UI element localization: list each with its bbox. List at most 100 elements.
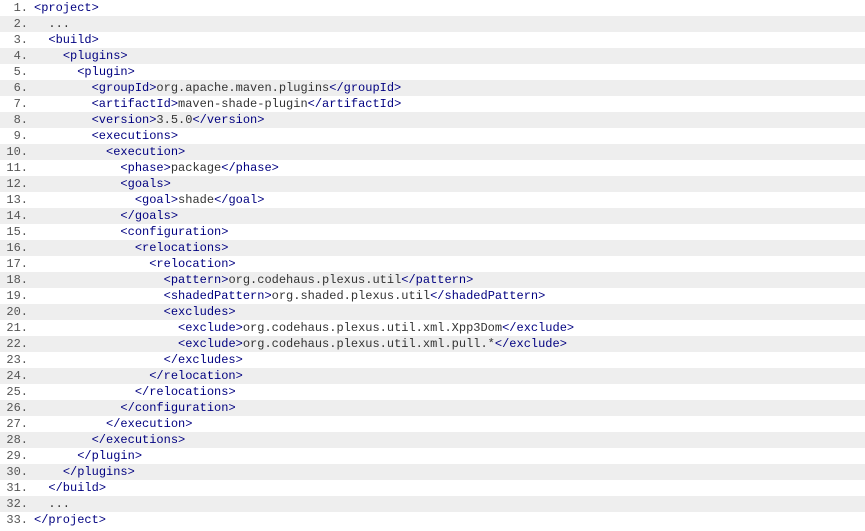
- xml-tag: </configuration>: [120, 401, 235, 415]
- xml-tag: </executions>: [92, 433, 186, 447]
- code-line: 29. </plugin>: [0, 448, 865, 464]
- xml-text: [34, 401, 120, 415]
- code-content: <project>: [34, 0, 865, 16]
- xml-text: [34, 433, 92, 447]
- code-content: <artifactId>maven-shade-plugin</artifact…: [34, 96, 865, 112]
- line-number: 28.: [0, 432, 34, 448]
- xml-text: [34, 177, 120, 191]
- xml-text: maven-shade-plugin: [178, 97, 308, 111]
- xml-tag: <goals>: [120, 177, 170, 191]
- xml-text: [34, 289, 164, 303]
- xml-text: [34, 113, 92, 127]
- code-line: 4. <plugins>: [0, 48, 865, 64]
- code-line: 6. <groupId>org.apache.maven.plugins</gr…: [0, 80, 865, 96]
- xml-tag: </build>: [48, 481, 106, 495]
- xml-tag: </exclude>: [502, 321, 574, 335]
- line-number: 7.: [0, 96, 34, 112]
- code-content: </project>: [34, 512, 865, 528]
- xml-text: [34, 49, 63, 63]
- code-content: <exclude>org.codehaus.plexus.util.xml.Xp…: [34, 320, 865, 336]
- code-content: ...: [34, 496, 865, 512]
- xml-text: org.shaded.plexus.util: [272, 289, 430, 303]
- code-content: <execution>: [34, 144, 865, 160]
- code-line: 9. <executions>: [0, 128, 865, 144]
- code-content: <goal>shade</goal>: [34, 192, 865, 208]
- line-number: 18.: [0, 272, 34, 288]
- xml-text: [34, 353, 164, 367]
- xml-text: package: [171, 161, 221, 175]
- line-number: 6.: [0, 80, 34, 96]
- xml-text: [34, 417, 106, 431]
- line-number: 13.: [0, 192, 34, 208]
- xml-text: 3.5.0: [156, 113, 192, 127]
- xml-text: [34, 209, 120, 223]
- code-line: 13. <goal>shade</goal>: [0, 192, 865, 208]
- xml-text: [34, 241, 135, 255]
- code-line: 17. <relocation>: [0, 256, 865, 272]
- code-content: <version>3.5.0</version>: [34, 112, 865, 128]
- code-content: <phase>package</phase>: [34, 160, 865, 176]
- line-number: 9.: [0, 128, 34, 144]
- code-line: 12. <goals>: [0, 176, 865, 192]
- code-content: </relocation>: [34, 368, 865, 384]
- xml-text: [34, 193, 135, 207]
- line-number: 27.: [0, 416, 34, 432]
- xml-tag: </execution>: [106, 417, 192, 431]
- xml-tag: <exclude>: [178, 337, 243, 351]
- code-line: 2. ...: [0, 16, 865, 32]
- code-line: 10. <execution>: [0, 144, 865, 160]
- line-number: 5.: [0, 64, 34, 80]
- line-number: 15.: [0, 224, 34, 240]
- code-content: <executions>: [34, 128, 865, 144]
- code-line: 18. <pattern>org.codehaus.plexus.util</p…: [0, 272, 865, 288]
- code-line: 5. <plugin>: [0, 64, 865, 80]
- xml-text: org.codehaus.plexus.util.xml.pull.*: [243, 337, 495, 351]
- xml-text: shade: [178, 193, 214, 207]
- code-content: </configuration>: [34, 400, 865, 416]
- code-content: </excludes>: [34, 352, 865, 368]
- code-line: 22. <exclude>org.codehaus.plexus.util.xm…: [0, 336, 865, 352]
- line-number: 12.: [0, 176, 34, 192]
- line-number: 25.: [0, 384, 34, 400]
- xml-tag: <artifactId>: [92, 97, 178, 111]
- xml-tag: </plugin>: [77, 449, 142, 463]
- xml-text: [34, 145, 106, 159]
- code-content: <excludes>: [34, 304, 865, 320]
- xml-text: [34, 33, 48, 47]
- xml-tag: <excludes>: [164, 305, 236, 319]
- line-number: 30.: [0, 464, 34, 480]
- code-block: 1.<project>2. ...3. <build>4. <plugins>5…: [0, 0, 865, 528]
- code-content: </plugins>: [34, 464, 865, 480]
- xml-tag: </goals>: [120, 209, 178, 223]
- xml-tag: </relocations>: [135, 385, 236, 399]
- xml-text: [34, 449, 77, 463]
- line-number: 8.: [0, 112, 34, 128]
- code-line: 16. <relocations>: [0, 240, 865, 256]
- code-content: <goals>: [34, 176, 865, 192]
- xml-tag: </shadedPattern>: [430, 289, 545, 303]
- code-content: <groupId>org.apache.maven.plugins</group…: [34, 80, 865, 96]
- line-number: 22.: [0, 336, 34, 352]
- xml-text: [34, 257, 149, 271]
- xml-text: [34, 385, 135, 399]
- xml-tag: <groupId>: [92, 81, 157, 95]
- line-number: 11.: [0, 160, 34, 176]
- code-line: 21. <exclude>org.codehaus.plexus.util.xm…: [0, 320, 865, 336]
- line-number: 21.: [0, 320, 34, 336]
- line-number: 20.: [0, 304, 34, 320]
- code-line: 32. ...: [0, 496, 865, 512]
- code-content: <pattern>org.codehaus.plexus.util</patte…: [34, 272, 865, 288]
- xml-tag: <relocation>: [149, 257, 235, 271]
- xml-text: [34, 465, 63, 479]
- line-number: 24.: [0, 368, 34, 384]
- xml-tag: <plugin>: [77, 65, 135, 79]
- xml-text: [34, 225, 120, 239]
- line-number: 29.: [0, 448, 34, 464]
- code-line: 24. </relocation>: [0, 368, 865, 384]
- code-content: <plugins>: [34, 48, 865, 64]
- code-content: <configuration>: [34, 224, 865, 240]
- code-line: 30. </plugins>: [0, 464, 865, 480]
- code-line: 14. </goals>: [0, 208, 865, 224]
- code-content: <build>: [34, 32, 865, 48]
- line-number: 3.: [0, 32, 34, 48]
